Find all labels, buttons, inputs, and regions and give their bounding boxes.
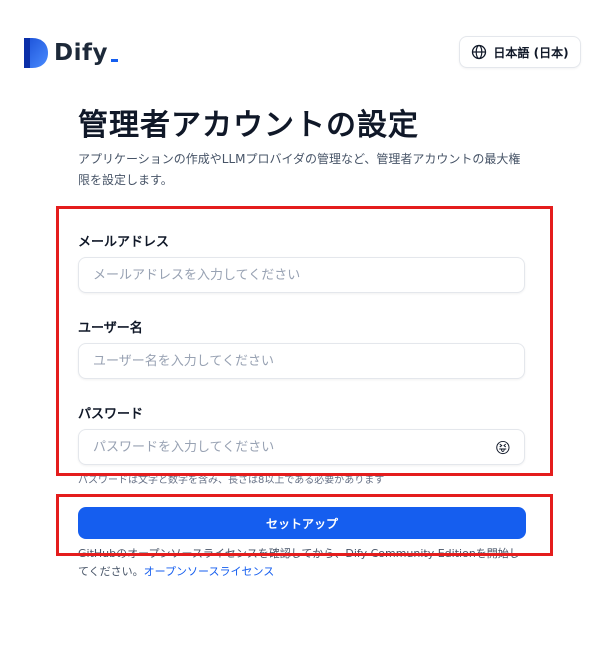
setup-button[interactable]: セットアップ bbox=[78, 507, 526, 539]
language-label: 日本語 (日本) bbox=[493, 45, 569, 60]
email-label: メールアドレス bbox=[78, 235, 170, 250]
email-field[interactable] bbox=[78, 257, 525, 293]
username-field[interactable] bbox=[78, 343, 525, 379]
emoji-tongue-icon: 😝 bbox=[495, 438, 511, 457]
password-label: パスワード bbox=[78, 407, 144, 422]
license-notice: GitHubのオープンソースライセンスを確認してから、Dify Communit… bbox=[78, 545, 526, 581]
page-title: 管理者アカウントの設定 bbox=[78, 108, 419, 143]
dify-logo-icon bbox=[24, 38, 48, 68]
password-visibility-toggle[interactable]: 😝 bbox=[492, 437, 514, 459]
logo-text: Dify bbox=[54, 40, 118, 66]
password-field[interactable] bbox=[78, 429, 525, 465]
license-link[interactable]: オープンソースライセンス bbox=[144, 565, 275, 578]
dify-logo: Dify bbox=[24, 38, 118, 68]
password-hint: パスワードは文字と数字を含み、長さは8以上である必要があります bbox=[78, 475, 385, 486]
setup-page: Dify 日本語 (日本) 管理者アカウントの設定 アプリケーションの作成やLL… bbox=[0, 0, 602, 653]
language-selector[interactable]: 日本語 (日本) bbox=[459, 36, 581, 68]
page-subtitle: アプリケーションの作成やLLMプロバイダの管理など、管理者アカウントの最大権限を… bbox=[78, 152, 521, 187]
username-label: ユーザー名 bbox=[78, 321, 143, 336]
globe-icon bbox=[472, 44, 487, 60]
